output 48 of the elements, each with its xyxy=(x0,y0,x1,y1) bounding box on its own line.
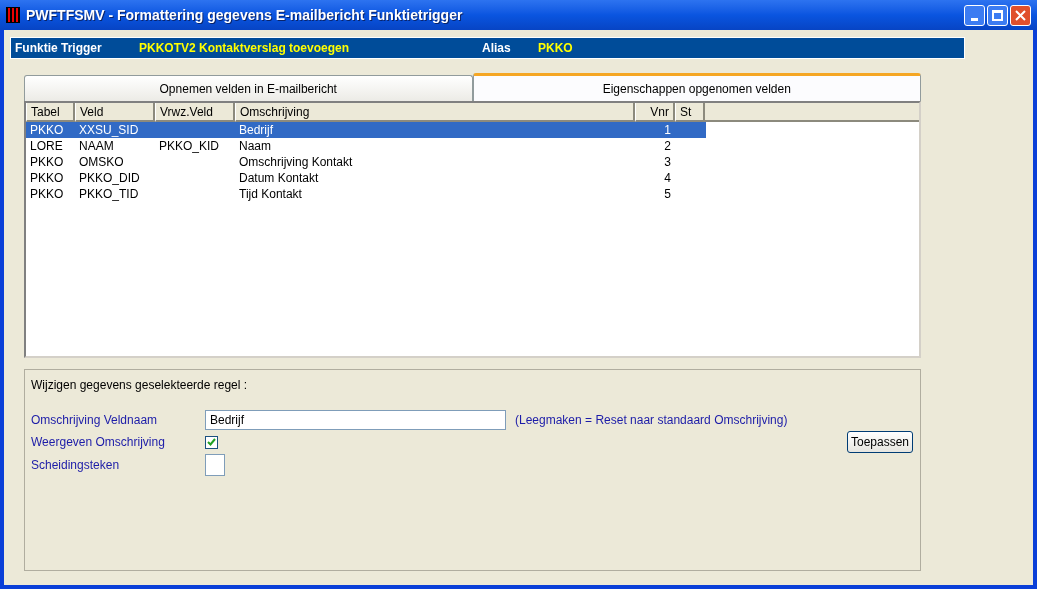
close-button[interactable] xyxy=(1010,4,1031,26)
alias-value: PKKO xyxy=(538,40,573,57)
window-title: PWFTFSMV - Formattering gegevens E-mailbericht Funktietrigger xyxy=(26,5,463,25)
table-cell-text: NAAM xyxy=(79,138,114,155)
description-field[interactable]: Bedrijf xyxy=(205,410,506,430)
table-cell-text: Tijd Kontakt xyxy=(239,186,302,203)
table-cell-text: PKKO_KID xyxy=(159,138,220,155)
table-cell-text: PKKO xyxy=(30,170,64,187)
table-cell-text: PKKO_TID xyxy=(79,186,139,203)
check-icon xyxy=(207,438,216,446)
table-row[interactable]: PKKO PKKO_TID Tijd Kontakt 5 xyxy=(26,186,706,202)
apply-button[interactable]: Toepassen xyxy=(846,431,913,453)
table-row[interactable]: LORE NAAM PKKO_KID Naam 2 xyxy=(26,138,706,154)
minimize-button[interactable] xyxy=(964,4,985,26)
alias-label: Alias xyxy=(482,40,512,57)
table-cell-text: XXSU_SID xyxy=(79,122,139,139)
app-icon xyxy=(6,7,20,23)
table-row[interactable]: PKKO PKKO_DID Datum Kontakt 4 xyxy=(26,170,706,186)
section-title: Wijzigen gegevens geselekteerde regel : xyxy=(31,377,249,394)
field-label: Weergeven Omschrijving xyxy=(31,434,166,451)
tab[interactable]: Opnemen velden in E-mailbericht xyxy=(24,75,473,101)
table-row[interactable]: PKKO OMSKO Omschrijving Kontakt 3 xyxy=(26,154,706,170)
checkbox[interactable] xyxy=(205,435,218,449)
separator-field[interactable] xyxy=(205,454,225,476)
header-label: Funktie Trigger xyxy=(14,40,103,57)
table-cell-text: PKKO xyxy=(30,186,64,203)
table-cell-text: LORE xyxy=(30,138,63,155)
table-cell-text: PKKO xyxy=(30,154,64,171)
table-cell-text: 4 xyxy=(664,170,671,187)
table-cell-text: 1 xyxy=(664,122,671,139)
tab[interactable]: Eigenschappen opgenomen velden xyxy=(472,73,921,101)
table-cell-text: PKKO_DID xyxy=(79,170,140,187)
field-label: Scheidingsteken xyxy=(31,457,121,474)
table-cell-text: Naam xyxy=(239,138,271,155)
table-cell-text: 2 xyxy=(664,138,671,155)
table-cell-text: Omschrijving Kontakt xyxy=(239,154,353,171)
field-label: Omschrijving Veldnaam xyxy=(31,412,159,429)
table-cell-text: PKKO xyxy=(30,122,64,139)
table-cell-text: Datum Kontakt xyxy=(239,170,319,187)
hint-text: (Leegmaken = Reset naar standaard Omschrijving) xyxy=(515,412,788,429)
close-icon xyxy=(1015,9,1026,21)
table-cell-text: OMSKO xyxy=(79,154,124,171)
table-cell-text: 3 xyxy=(664,154,671,171)
table-row[interactable]: PKKO XXSU_SID Bedrijf 1 xyxy=(26,122,706,138)
table-cell-text: 5 xyxy=(664,186,671,203)
maximize-button[interactable] xyxy=(987,4,1008,26)
trigger-name: PKKOTV2 Kontaktverslag toevoegen xyxy=(139,40,351,57)
table-cell-text: Bedrijf xyxy=(239,122,273,139)
